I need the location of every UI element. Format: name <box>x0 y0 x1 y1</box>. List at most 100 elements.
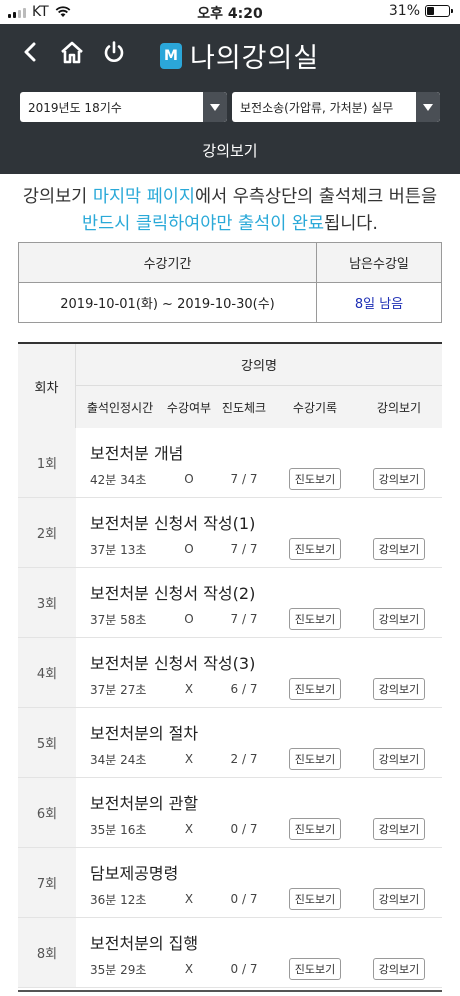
home-icon[interactable] <box>58 38 86 66</box>
year-select-value: 2019년도 18기수 <box>28 100 122 115</box>
period-table: 수강기간 남은수강일 2019-10-01(화) ~ 2019-10-30(수)… <box>18 242 442 323</box>
table-row: 5회 보전처분의 절차 34분 24초 X 2 / 7 진도보기 강의보기 <box>18 708 442 778</box>
progress-view-button[interactable]: 진도보기 <box>288 748 342 770</box>
col-no: 회차 <box>18 344 76 428</box>
notice-text: 됩니다. <box>324 214 378 234</box>
lecture-view-button[interactable]: 강의보기 <box>372 538 426 560</box>
table-row: 6회 보전처분의 관할 35분 16초 X 0 / 7 진도보기 강의보기 <box>18 778 442 848</box>
lecture-title: 보전처분 신청서 작성(3) <box>90 654 256 673</box>
lecture-attended: O <box>184 542 194 556</box>
lecture-view-button[interactable]: 강의보기 <box>372 468 426 490</box>
notice-highlight: 반드시 클릭하여야만 출석이 완료 <box>82 214 325 234</box>
lecture-view-button[interactable]: 강의보기 <box>372 748 426 770</box>
remaining-header: 남은수강일 <box>316 242 442 283</box>
col-attended: 수강여부 <box>166 400 212 415</box>
lecture-progress: 7 / 7 <box>230 472 258 486</box>
lecture-title: 보전처분의 절차 <box>90 724 199 743</box>
lecture-progress: 0 / 7 <box>230 822 258 836</box>
battery-percent: 31% <box>388 3 420 19</box>
lecture-progress: 0 / 7 <box>230 892 258 906</box>
period-header: 수강기간 <box>18 242 317 283</box>
col-record: 수강기록 <box>292 400 338 415</box>
progress-view-button[interactable]: 진도보기 <box>288 538 342 560</box>
row-no: 6회 <box>18 778 76 847</box>
lecture-view-button[interactable]: 강의보기 <box>372 678 426 700</box>
progress-view-button[interactable]: 진도보기 <box>288 608 342 630</box>
col-time: 출석인정시간 <box>86 400 154 415</box>
notice-text: 강의보기 <box>22 187 93 207</box>
lecture-time: 34분 24초 <box>90 752 147 767</box>
table-end-line <box>18 990 442 992</box>
lecture-attended: X <box>184 752 194 766</box>
row-no: 8회 <box>18 918 76 987</box>
table-row: 1회 보전처분 개념 42분 34초 O 7 / 7 진도보기 강의보기 <box>18 428 442 498</box>
lecture-title: 보전처분 신청서 작성(2) <box>90 584 256 603</box>
lecture-time: 37분 58초 <box>90 612 147 627</box>
course-select[interactable]: 보전소송(가압류, 가처분) 실무 <box>232 92 440 122</box>
lecture-progress: 0 / 7 <box>230 962 258 976</box>
lecture-attended: X <box>184 892 194 906</box>
back-icon[interactable] <box>16 38 44 66</box>
col-name: 강의명 <box>76 344 442 386</box>
lecture-attended: O <box>184 472 194 486</box>
lecture-view-button[interactable]: 강의보기 <box>372 958 426 980</box>
lecture-title: 담보제공명령 <box>90 864 179 883</box>
lecture-table: 회차 강의명 출석인정시간 수강여부 진도체크 수강기록 강의보기 1회 보전처… <box>18 342 442 988</box>
table-row: 7회 담보제공명령 36분 12초 X 0 / 7 진도보기 강의보기 <box>18 848 442 918</box>
notice-highlight: 마지막 페이지 <box>92 187 196 207</box>
lecture-attended: X <box>184 682 194 696</box>
page-subtitle: 강의보기 <box>202 142 258 160</box>
lecture-time: 36분 12초 <box>90 892 147 907</box>
page-title: 나의강의실 <box>190 43 320 74</box>
lecture-time: 37분 27초 <box>90 682 147 697</box>
period-value: 2019-10-01(화) ~ 2019-10-30(수) <box>18 282 317 323</box>
row-no: 3회 <box>18 568 76 637</box>
power-icon[interactable] <box>100 38 128 66</box>
row-no: 1회 <box>18 428 76 497</box>
status-bar: KT 오후 4:20 31% <box>0 0 460 24</box>
battery-icon <box>425 5 453 17</box>
table-row: 8회 보전처분의 집행 35분 29초 X 0 / 7 진도보기 강의보기 <box>18 918 442 988</box>
progress-view-button[interactable]: 진도보기 <box>288 818 342 840</box>
row-no: 7회 <box>18 848 76 917</box>
lecture-progress: 6 / 7 <box>230 682 258 696</box>
progress-view-button[interactable]: 진도보기 <box>288 678 342 700</box>
year-select[interactable]: 2019년도 18기수 <box>20 92 227 122</box>
lecture-progress: 7 / 7 <box>230 612 258 626</box>
remaining-value: 8일 남음 <box>316 282 442 323</box>
col-view: 강의보기 <box>376 400 422 415</box>
lecture-time: 35분 16초 <box>90 822 147 837</box>
table-row: 2회 보전처분 신청서 작성(1) 37분 13초 O 7 / 7 진도보기 강… <box>18 498 442 568</box>
lecture-view-button[interactable]: 강의보기 <box>372 608 426 630</box>
lecture-progress: 2 / 7 <box>230 752 258 766</box>
progress-view-button[interactable]: 진도보기 <box>288 468 342 490</box>
chevron-down-icon <box>203 92 227 122</box>
lecture-view-button[interactable]: 강의보기 <box>372 888 426 910</box>
row-no: 4회 <box>18 638 76 707</box>
lecture-time: 35분 29초 <box>90 962 147 977</box>
brand-logo-icon: M <box>160 42 182 69</box>
progress-view-button[interactable]: 진도보기 <box>288 958 342 980</box>
progress-view-button[interactable]: 진도보기 <box>288 888 342 910</box>
row-no: 5회 <box>18 708 76 777</box>
lecture-title: 보전처분의 집행 <box>90 934 199 953</box>
col-progress: 진도체크 <box>221 400 267 415</box>
table-row: 3회 보전처분 신청서 작성(2) 37분 58초 O 7 / 7 진도보기 강… <box>18 568 442 638</box>
lecture-attended: O <box>184 612 194 626</box>
table-row: 4회 보전처분 신청서 작성(3) 37분 27초 X 6 / 7 진도보기 강… <box>18 638 442 708</box>
lecture-attended: X <box>184 822 194 836</box>
lecture-title: 보전처분의 관할 <box>90 794 199 813</box>
lecture-progress: 7 / 7 <box>230 542 258 556</box>
lecture-title: 보전처분 개념 <box>90 444 184 463</box>
course-select-value: 보전소송(가압류, 가처분) 실무 <box>240 100 394 115</box>
app-header: M 나의강의실 2019년도 18기수 보전소송(가압류, 가처분) 실무 강의… <box>0 24 460 174</box>
lecture-view-button[interactable]: 강의보기 <box>372 818 426 840</box>
lecture-title: 보전처분 신청서 작성(1) <box>90 514 256 533</box>
attendance-notice: 강의보기 마지막 페이지에서 우측상단의 출석체크 버튼을 반드시 클릭하여야만… <box>0 184 460 238</box>
row-no: 2회 <box>18 498 76 567</box>
lecture-time: 37분 13초 <box>90 542 147 557</box>
lecture-table-header: 회차 강의명 출석인정시간 수강여부 진도체크 수강기록 강의보기 <box>18 342 442 428</box>
chevron-down-icon <box>416 92 440 122</box>
brand: M 나의강의실 <box>160 36 319 75</box>
lecture-attended: X <box>184 962 194 976</box>
